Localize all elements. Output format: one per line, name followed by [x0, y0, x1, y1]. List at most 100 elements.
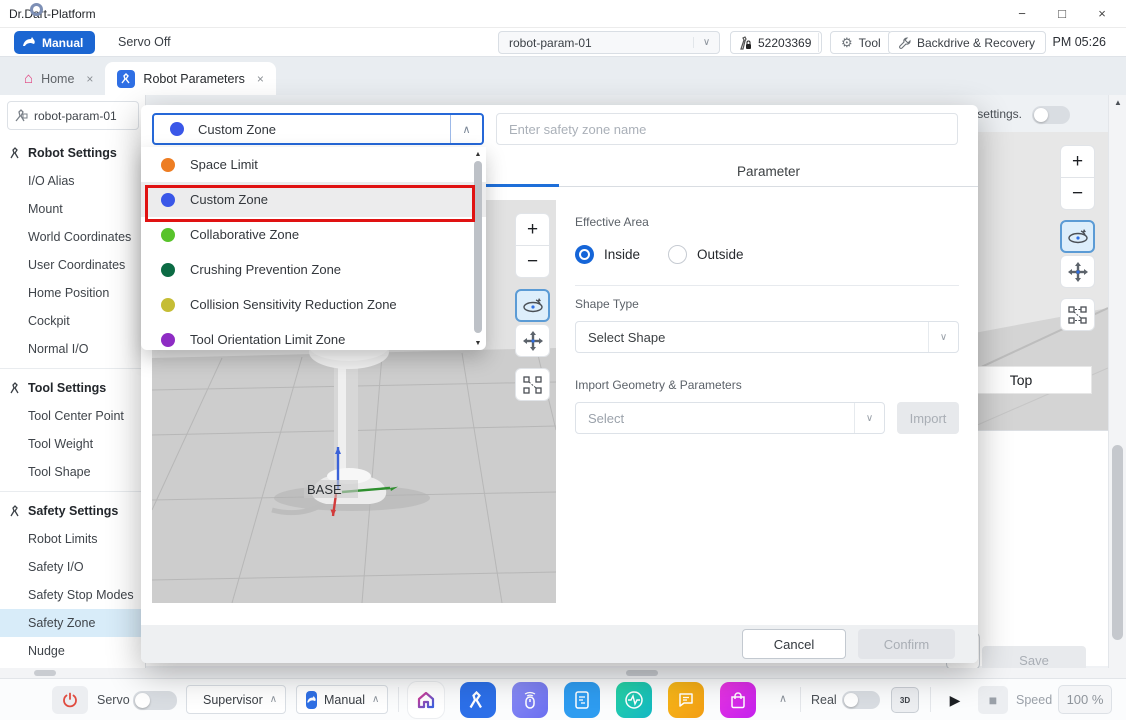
sidebar-header-robot-settings: Robot Settings [0, 139, 145, 167]
jog-app-icon[interactable] [512, 682, 548, 718]
speed-value[interactable]: 100 % [1058, 685, 1112, 714]
horizontal-scrollbar[interactable] [0, 668, 1126, 678]
tab-robot-parameters[interactable]: Robot Parameters × [105, 62, 275, 95]
minimize-button[interactable]: − [1002, 0, 1042, 26]
robot-arm-icon [10, 382, 22, 394]
home-icon: ⌂ [24, 70, 33, 87]
divider [398, 687, 399, 712]
scrollbar-thumb[interactable] [34, 670, 56, 676]
toolbar-divider [818, 33, 819, 52]
sidebar-item-tool-weight[interactable]: Tool Weight [0, 430, 145, 458]
pan-icon [1067, 261, 1089, 283]
close-tab-icon[interactable]: × [257, 72, 264, 86]
task-writer-app-icon[interactable] [564, 682, 600, 718]
shape-type-select[interactable]: Select Shape ∨ [575, 321, 959, 353]
monitoring-app-icon[interactable] [616, 682, 652, 718]
tab-home[interactable]: ⌂ Home × [12, 62, 105, 95]
viewport-toolbar: + − [1060, 145, 1095, 331]
scrollbar-thumb[interactable] [1112, 445, 1123, 640]
option-collaborative-zone[interactable]: Collaborative Zone [141, 217, 486, 252]
vertical-scrollbar[interactable]: ▲ ▼ [1108, 95, 1126, 678]
dock-expand-icon[interactable]: ∧ [779, 692, 787, 705]
tool-button[interactable]: ⚙ Tool [830, 31, 892, 54]
import-button[interactable]: Import [897, 402, 959, 434]
sidebar-param-name[interactable]: robot-param-01 [7, 101, 139, 130]
sidebar-item-home-position[interactable]: Home Position [0, 279, 145, 307]
robot-lock-icon [739, 36, 752, 50]
dropdown-scrollbar[interactable]: ▲ ▼ [472, 149, 484, 348]
sidebar-item-nudge[interactable]: Nudge [0, 637, 145, 665]
sidebar-item-safety-io[interactable]: Safety I/O [0, 553, 145, 581]
close-button[interactable]: × [1082, 0, 1122, 26]
close-tab-icon[interactable]: × [86, 72, 93, 86]
home-app-icon[interactable] [408, 682, 444, 718]
shape-type-label: Shape Type [575, 297, 639, 311]
sidebar-item-robot-limits[interactable]: Robot Limits [0, 525, 145, 553]
chevron-up-icon: ∧ [450, 115, 482, 143]
store-app-icon[interactable] [720, 682, 756, 718]
measure-button[interactable] [515, 368, 550, 401]
log-app-icon[interactable] [668, 682, 704, 718]
pan-button[interactable] [515, 324, 550, 357]
tab-parameter[interactable]: Parameter [559, 155, 978, 187]
sidebar-item-world-coordinates[interactable]: World Coordinates [0, 223, 145, 251]
power-button[interactable] [52, 686, 88, 714]
zoom-out-button[interactable]: − [1060, 177, 1095, 210]
sidebar-item-cockpit[interactable]: Cockpit [0, 307, 145, 335]
play-button[interactable]: ▶ [940, 686, 970, 714]
sidebar-item-mount[interactable]: Mount [0, 195, 145, 223]
pan-button[interactable] [1060, 255, 1095, 288]
option-tool-orientation-limit-zone[interactable]: Tool Orientation Limit Zone [141, 322, 486, 350]
backdrive-recovery-button[interactable]: Backdrive & Recovery [888, 31, 1046, 54]
confirm-button[interactable]: Confirm [858, 629, 955, 659]
zoom-in-button[interactable]: + [515, 213, 550, 246]
zoom-in-button[interactable]: + [1060, 145, 1095, 178]
robot-arm-icon [10, 505, 22, 517]
scroll-down-icon[interactable]: ▼ [472, 338, 484, 348]
radio-inside[interactable] [575, 245, 594, 264]
title-bar: Dr.Dart-Platform − □ × [0, 0, 1126, 28]
servo-toggle[interactable] [133, 691, 177, 710]
option-crushing-prevention-zone[interactable]: Crushing Prevention Zone [141, 252, 486, 287]
option-custom-zone[interactable]: Custom Zone [141, 182, 486, 217]
scrollbar-thumb[interactable] [626, 670, 658, 676]
sidebar: robot-param-01 Robot Settings I/O Alias … [0, 95, 146, 678]
manual-mode-select[interactable]: Manual ∧ [296, 685, 388, 714]
robot-serial: 52203369 [730, 31, 822, 54]
radio-outside[interactable] [668, 245, 687, 264]
maximize-button[interactable]: □ [1042, 0, 1082, 26]
zone-type-select[interactable]: Custom Zone ∧ [152, 113, 484, 145]
sidebar-item-io-alias[interactable]: I/O Alias [0, 167, 145, 195]
window-title: Dr.Dart-Platform [9, 7, 96, 21]
zoom-out-button[interactable]: − [515, 245, 550, 278]
robot-params-app-icon[interactable] [460, 682, 496, 718]
scroll-up-icon[interactable]: ▲ [472, 149, 484, 159]
stop-button[interactable]: ■ [978, 686, 1008, 714]
orbit-button[interactable] [515, 289, 550, 322]
real-mode-toggle[interactable] [842, 691, 880, 709]
3d-viewer-button[interactable]: 3D [891, 687, 919, 713]
option-space-limit[interactable]: Space Limit [141, 147, 486, 182]
settings-lock-toggle[interactable] [1032, 106, 1070, 124]
zone-color-dot [170, 122, 184, 136]
option-collision-sensitivity-reduction-zone[interactable]: Collision Sensitivity Reduction Zone [141, 287, 486, 322]
zone-color-dot [161, 228, 175, 242]
sidebar-item-normal-io[interactable]: Normal I/O [0, 335, 145, 363]
scrollbar-thumb[interactable] [474, 161, 482, 333]
scroll-up-icon[interactable]: ▲ [1109, 95, 1126, 109]
measure-button[interactable] [1060, 298, 1095, 331]
safety-zone-name-input[interactable] [496, 113, 958, 145]
cancel-button[interactable]: Cancel [742, 629, 846, 659]
robot-parameters-icon [117, 70, 135, 88]
mode-button[interactable]: Manual [14, 31, 95, 54]
sidebar-item-safety-stop-modes[interactable]: Safety Stop Modes [0, 581, 145, 609]
sidebar-item-user-coordinates[interactable]: User Coordinates [0, 251, 145, 279]
sidebar-item-tool-center-point[interactable]: Tool Center Point [0, 402, 145, 430]
divider [930, 687, 931, 712]
orbit-button[interactable] [1060, 220, 1095, 253]
supervisor-select[interactable]: Supervisor ∧ [186, 685, 286, 714]
sidebar-item-tool-shape[interactable]: Tool Shape [0, 458, 145, 486]
param-select[interactable]: robot-param-01 ∨ [498, 31, 720, 54]
import-select[interactable]: Select ∨ [575, 402, 885, 434]
sidebar-item-safety-zone[interactable]: Safety Zone [0, 609, 145, 637]
